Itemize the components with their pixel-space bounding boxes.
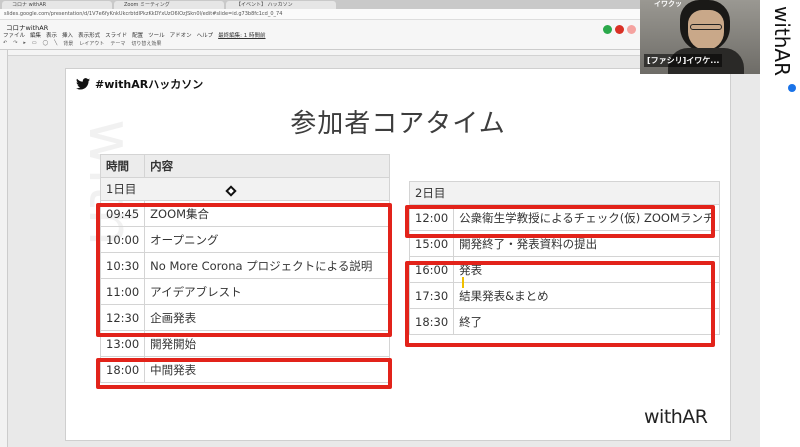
- browser-tab-bar: コロナ withAR Zoom ミーティング 【イベント】 ハッカソン: [0, 0, 640, 9]
- toolbar-background-button[interactable]: 背景: [63, 40, 73, 49]
- toolbar: ↶ ↷ ▸ ▭ ◯ ╲ 背景 レイアウト テーマ 切り替え効果: [0, 40, 161, 49]
- day-label: 1日目: [99, 177, 145, 201]
- slides-app-header: コロナwithAR ファイル 編集 表示 挿入 表示形式 スライド 配置 ツール…: [0, 20, 640, 50]
- toolbar-textbox-icon[interactable]: ▭: [32, 40, 37, 49]
- header-actions: [603, 25, 636, 34]
- browser-tab[interactable]: コロナ withAR: [2, 1, 112, 9]
- toolbar-line-icon[interactable]: ╲: [54, 40, 57, 49]
- toolbar-undo-icon[interactable]: ↶: [3, 40, 7, 49]
- toolbar-theme-button[interactable]: テーマ: [110, 40, 125, 49]
- day-label-row: 2日目: [408, 181, 721, 205]
- menu-item[interactable]: ヘルプ: [197, 31, 214, 39]
- last-edit-link[interactable]: 最終編集: 1 時間前: [218, 31, 265, 39]
- text-caret: [462, 277, 464, 288]
- browser-tab[interactable]: 【イベント】 ハッカソン: [226, 1, 336, 9]
- menu-item[interactable]: 表示形式: [78, 31, 100, 39]
- menu-item[interactable]: ファイル: [3, 31, 25, 39]
- participant-name-label: [ファシリ]イワケ...: [644, 54, 723, 67]
- share-icon[interactable]: [627, 25, 636, 34]
- highlight-box: [96, 358, 392, 389]
- address-bar[interactable]: slides.google.com/presentation/d/1V7e6fy…: [0, 9, 640, 20]
- toolbar-transition-button[interactable]: 切り替え効果: [131, 40, 161, 49]
- menu-item[interactable]: スライド: [105, 31, 127, 39]
- webcam-top-name: イワクッ: [654, 0, 682, 8]
- hashtag-text: #withARハッカソン: [95, 78, 204, 91]
- withar-vertical-logo: withAR: [770, 6, 794, 76]
- browser-tab[interactable]: Zoom ミーティング: [114, 1, 224, 9]
- info-icon[interactable]: [788, 84, 796, 92]
- table-header-row: 時間 内容: [99, 154, 390, 178]
- url-text[interactable]: slides.google.com/presentation/d/1V7e6fy…: [4, 11, 282, 17]
- menu-item[interactable]: ツール: [148, 31, 165, 39]
- toolbar-select-icon[interactable]: ▸: [23, 40, 26, 49]
- menu-item[interactable]: 表示: [46, 31, 57, 39]
- day-label-row: 1日目: [99, 177, 390, 201]
- slide-canvas[interactable]: with #withARハッカソン 参加者コアタイム 時間 内容 1日目 09:…: [65, 68, 731, 441]
- menu-item[interactable]: 配置: [132, 31, 143, 39]
- menu-item[interactable]: 編集: [30, 31, 41, 39]
- hashtag-header: #withARハッカソン: [76, 76, 203, 92]
- time-column-header: 時間: [99, 154, 146, 178]
- present-icon[interactable]: [615, 25, 624, 34]
- highlight-box: [405, 205, 715, 238]
- slide-title: 参加者コアタイム: [290, 109, 506, 139]
- menu-item[interactable]: 挿入: [62, 31, 73, 39]
- menu-item[interactable]: アドオン: [170, 31, 192, 39]
- toolbar-layout-button[interactable]: レイアウト: [79, 40, 104, 49]
- toolbar-redo-icon[interactable]: ↷: [13, 40, 17, 49]
- toolbar-shape-icon[interactable]: ◯: [43, 40, 49, 49]
- vertical-logo-text: withAR: [770, 6, 794, 76]
- webcam-video: イワクッ [ファシリ]イワケ...: [640, 0, 760, 74]
- meet-icon[interactable]: [603, 25, 612, 34]
- content-column-header: 内容: [144, 154, 390, 178]
- highlight-box: [405, 261, 715, 347]
- highlight-box: [96, 203, 392, 337]
- twitter-bird-icon: [76, 78, 90, 90]
- day-label: 2日目: [408, 181, 454, 205]
- menu-bar: ファイル 編集 表示 挿入 表示形式 スライド 配置 ツール アドオン ヘルプ …: [0, 31, 266, 39]
- zoom-watermark: zoom: [626, 419, 696, 444]
- filmstrip-rail: [0, 50, 8, 447]
